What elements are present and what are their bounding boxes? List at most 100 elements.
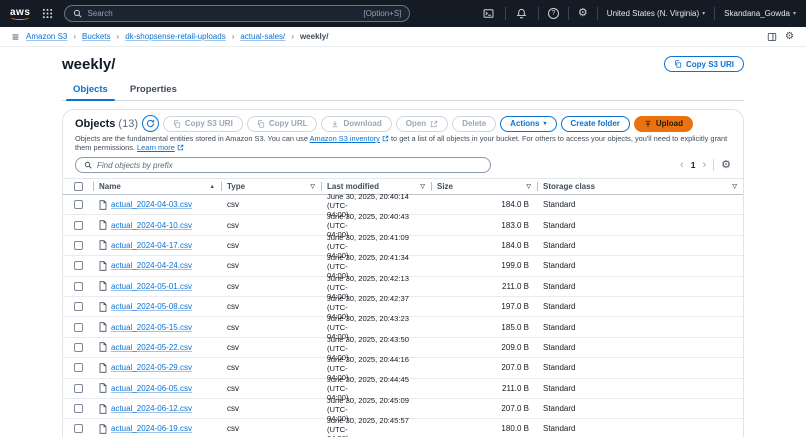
copy-icon <box>173 119 181 128</box>
page-settings-gear-icon[interactable]: ⚙ <box>785 31 794 42</box>
breadcrumb-separator: › <box>73 32 77 41</box>
object-storage-class: Standard <box>543 240 576 250</box>
next-page-button[interactable]: › <box>702 159 706 171</box>
breadcrumb-buckets[interactable]: Buckets <box>82 32 110 41</box>
aws-logo[interactable]: aws <box>10 7 30 20</box>
help-icon[interactable]: ? <box>547 8 559 19</box>
region-selector[interactable]: United States (N. Virginia) ▾ <box>607 9 705 18</box>
column-header-name[interactable]: Name ▲ <box>93 179 221 194</box>
object-name-link[interactable]: actual_2024-04-17.csv <box>111 241 192 250</box>
column-header-last-modified[interactable]: Last modified ▽ <box>321 179 431 194</box>
settings-gear-icon[interactable]: ⚙ <box>578 8 588 19</box>
create-folder-button[interactable]: Create folder <box>560 115 630 132</box>
row-checkbox[interactable] <box>73 424 83 434</box>
object-count: (13) <box>118 117 138 130</box>
select-all-checkbox[interactable] <box>73 182 83 191</box>
download-button[interactable]: Download <box>321 115 392 132</box>
row-checkbox[interactable] <box>73 220 83 230</box>
object-size: 184.0 B <box>501 200 529 210</box>
object-storage-class: Standard <box>543 342 576 352</box>
search-shortcut-hint: [Option+S] <box>363 9 402 18</box>
open-button[interactable]: Open <box>395 115 449 132</box>
breadcrumb-actual-sales[interactable]: actual-sales/ <box>240 32 285 41</box>
column-header-size[interactable]: Size ▽ <box>431 179 537 194</box>
page-header: weekly/ Copy S3 URI <box>0 47 806 73</box>
object-name-link[interactable]: actual_2024-04-03.csv <box>111 200 192 209</box>
row-checkbox[interactable] <box>73 200 83 210</box>
page-number[interactable]: 1 <box>691 160 696 170</box>
object-name-link[interactable]: actual_2024-05-08.csv <box>111 302 192 311</box>
external-link-icon <box>430 120 438 128</box>
panel-title: Objects (13) <box>75 117 138 130</box>
object-name-link[interactable]: actual_2024-06-05.csv <box>111 384 192 393</box>
object-name-link[interactable]: actual_2024-05-01.csv <box>111 282 192 291</box>
delete-button[interactable]: Delete <box>452 115 497 132</box>
copy-url-button[interactable]: Copy URL <box>246 115 318 132</box>
learn-more-link[interactable]: Learn more <box>137 143 175 152</box>
row-checkbox[interactable] <box>73 302 83 312</box>
object-size: 184.0 B <box>501 240 529 250</box>
object-size: 207.0 B <box>501 404 529 414</box>
shortcuts-panel-icon[interactable] <box>765 30 778 43</box>
object-name-link[interactable]: actual_2024-05-29.csv <box>111 363 192 372</box>
file-icon <box>99 403 107 414</box>
object-type: csv <box>227 342 239 352</box>
row-checkbox[interactable] <box>73 261 83 271</box>
file-icon <box>99 342 107 353</box>
actions-dropdown-button[interactable]: Actions ▾ <box>500 115 557 132</box>
object-name-link[interactable]: actual_2024-04-24.csv <box>111 261 192 270</box>
object-name-link[interactable]: actual_2024-06-19.csv <box>111 424 192 433</box>
row-checkbox[interactable] <box>73 363 83 373</box>
account-menu[interactable]: Skandana_Gowda ▾ <box>724 9 796 18</box>
upload-button[interactable]: Upload <box>633 115 693 132</box>
breadcrumb-amazon-s3[interactable]: Amazon S3 <box>26 32 67 41</box>
find-objects-placeholder: Find objects by prefix <box>97 160 173 170</box>
object-storage-class: Standard <box>543 281 576 291</box>
object-name-link[interactable]: actual_2024-04-10.csv <box>111 221 192 230</box>
column-header-storage-class[interactable]: Storage class ▽ <box>537 179 743 194</box>
object-storage-class: Standard <box>543 200 576 210</box>
table-preferences-gear-icon[interactable]: ⚙ <box>721 159 731 171</box>
file-icon <box>99 301 107 312</box>
external-link-icon <box>177 144 184 151</box>
filter-icon: ▽ <box>732 184 737 190</box>
object-name-link[interactable]: actual_2024-06-12.csv <box>111 404 192 413</box>
breadcrumb-bucket-name[interactable]: dk-shopsense-retail-uploads <box>125 32 226 41</box>
object-type: csv <box>227 404 239 414</box>
row-checkbox[interactable] <box>73 383 83 393</box>
column-header-type[interactable]: Type ▽ <box>221 179 321 194</box>
object-type: csv <box>227 363 239 373</box>
hamburger-menu-icon[interactable]: ≡ <box>12 31 19 43</box>
row-checkbox[interactable] <box>73 240 83 250</box>
copy-icon <box>257 119 265 128</box>
cloudshell-icon[interactable] <box>482 7 496 21</box>
notifications-bell-icon[interactable] <box>515 7 529 21</box>
download-icon <box>331 120 339 128</box>
row-checkbox[interactable] <box>73 281 83 291</box>
apps-grid-icon[interactable] <box>40 7 54 21</box>
object-storage-class: Standard <box>543 220 576 230</box>
tab-properties[interactable]: Properties <box>119 80 188 100</box>
filter-icon: ▽ <box>526 184 531 190</box>
search-placeholder: Search <box>87 9 113 18</box>
file-icon <box>99 220 107 230</box>
refresh-button[interactable] <box>141 115 159 132</box>
find-objects-input[interactable]: Find objects by prefix <box>75 157 491 173</box>
tab-objects[interactable]: Objects <box>62 80 119 101</box>
copy-s3-uri-header-button[interactable]: Copy S3 URI <box>663 56 744 72</box>
global-search-input[interactable]: Search [Option+S] <box>64 5 411 22</box>
filter-icon: ▽ <box>420 184 425 190</box>
row-checkbox[interactable] <box>73 322 83 332</box>
copy-s3-uri-button[interactable]: Copy S3 URI <box>162 115 243 132</box>
object-name-link[interactable]: actual_2024-05-22.csv <box>111 343 192 352</box>
object-type: csv <box>227 220 239 230</box>
file-icon <box>99 281 107 291</box>
object-size: 207.0 B <box>501 363 529 373</box>
row-checkbox[interactable] <box>73 342 83 352</box>
s3-inventory-link[interactable]: Amazon S3 inventory <box>310 134 380 143</box>
object-name-link[interactable]: actual_2024-05-15.csv <box>111 323 192 332</box>
file-icon <box>99 383 107 393</box>
previous-page-button[interactable]: ‹ <box>680 159 684 171</box>
row-checkbox[interactable] <box>73 404 83 414</box>
panel-description: Objects are the fundamental entities sto… <box>75 134 728 152</box>
